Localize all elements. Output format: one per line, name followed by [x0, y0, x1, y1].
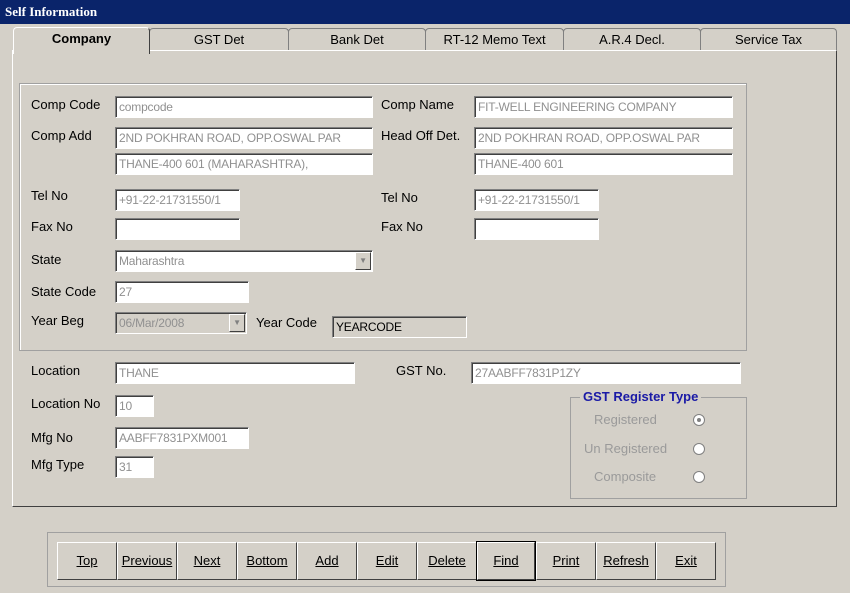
year-beg-label: Year Beg — [31, 313, 85, 328]
tel-no-2-label: Tel No — [381, 190, 418, 205]
location-no-input[interactable]: 10 — [115, 395, 154, 417]
top-button[interactable]: Top — [57, 542, 117, 580]
edit-button[interactable]: Edit — [357, 542, 417, 580]
fax-no-2-label: Fax No — [381, 219, 423, 234]
location-input[interactable]: THANE — [115, 362, 355, 384]
gst-no-label: GST No. — [396, 363, 447, 378]
year-beg-value: 06/Mar/2008 — [119, 316, 185, 330]
comp-add-line1-input[interactable]: 2ND POKHRAN ROAD, OPP.OSWAL PAR — [115, 127, 373, 149]
radio-composite-label: Composite — [594, 469, 657, 484]
fax-no-2-input[interactable] — [474, 218, 599, 240]
delete-button[interactable]: Delete — [417, 542, 477, 580]
comp-add-line2-input[interactable]: THANE-400 601 (MAHARASHTRA), — [115, 153, 373, 175]
tab-gst-det[interactable]: GST Det — [149, 28, 289, 50]
print-button[interactable]: Print — [536, 542, 596, 580]
chevron-down-icon[interactable]: ▼ — [229, 314, 245, 332]
tab-rt12-memo-text[interactable]: RT-12 Memo Text — [425, 28, 564, 50]
location-no-label: Location No — [31, 396, 101, 411]
year-beg-picker[interactable]: 06/Mar/2008 ▼ — [115, 312, 247, 334]
add-button[interactable]: Add — [297, 542, 357, 580]
comp-code-label: Comp Code — [31, 97, 101, 112]
comp-name-input[interactable]: FIT-WELL ENGINEERING COMPANY — [474, 96, 733, 118]
state-code-label: State Code — [31, 284, 97, 299]
tab-company[interactable]: Company — [13, 27, 150, 54]
head-off-line2-input[interactable]: THANE-400 601 — [474, 153, 733, 175]
radio-registered-label: Registered — [594, 412, 657, 427]
location-label: Location — [31, 363, 81, 378]
mfg-type-label: Mfg Type — [31, 457, 85, 472]
exit-button[interactable]: Exit — [656, 542, 716, 580]
state-code-input[interactable]: 27 — [115, 281, 249, 303]
year-code-field: YEARCODE — [332, 316, 467, 338]
comp-add-label: Comp Add — [31, 128, 92, 143]
mfg-no-input[interactable]: AABFF7831PXM001 — [115, 427, 249, 449]
radio-unregistered-label: Un Registered — [584, 441, 668, 456]
radio-registered[interactable] — [693, 414, 705, 426]
comp-name-label: Comp Name — [381, 97, 454, 112]
head-off-line1-input[interactable]: 2ND POKHRAN ROAD, OPP.OSWAL PAR — [474, 127, 733, 149]
state-label: State — [31, 252, 62, 267]
previous-button[interactable]: Previous — [117, 542, 177, 580]
tab-bank-det[interactable]: Bank Det — [288, 28, 426, 50]
fax-no-input[interactable] — [115, 218, 240, 240]
mfg-type-input[interactable]: 31 — [115, 456, 154, 478]
tel-no-2-input[interactable]: +91-22-21731550/1 — [474, 189, 599, 211]
bottom-button[interactable]: Bottom — [237, 542, 297, 580]
tab-service-tax[interactable]: Service Tax — [700, 28, 837, 50]
state-select[interactable]: Maharashtra ▼ — [115, 250, 373, 272]
gst-no-input[interactable]: 27AABFF7831P1ZY — [471, 362, 741, 384]
find-button[interactable]: Find — [476, 541, 536, 581]
tab-ar4-decl[interactable]: A.R.4 Decl. — [563, 28, 701, 50]
tel-no-input[interactable]: +91-22-21731550/1 — [115, 189, 240, 211]
gst-register-type-title: GST Register Type — [580, 389, 702, 404]
window-title: Self Information — [0, 0, 850, 24]
radio-unregistered[interactable] — [693, 443, 705, 455]
refresh-button[interactable]: Refresh — [596, 542, 656, 580]
state-value: Maharashtra — [119, 254, 185, 268]
fax-no-label: Fax No — [31, 219, 73, 234]
chevron-down-icon[interactable]: ▼ — [355, 252, 371, 270]
radio-composite[interactable] — [693, 471, 705, 483]
year-code-label: Year Code — [256, 315, 317, 330]
next-button[interactable]: Next — [177, 542, 237, 580]
mfg-no-label: Mfg No — [31, 430, 73, 445]
tel-no-label: Tel No — [31, 188, 68, 203]
head-off-label: Head Off Det. — [381, 128, 461, 143]
company-details-group — [19, 83, 747, 351]
comp-code-input[interactable]: compcode — [115, 96, 373, 118]
